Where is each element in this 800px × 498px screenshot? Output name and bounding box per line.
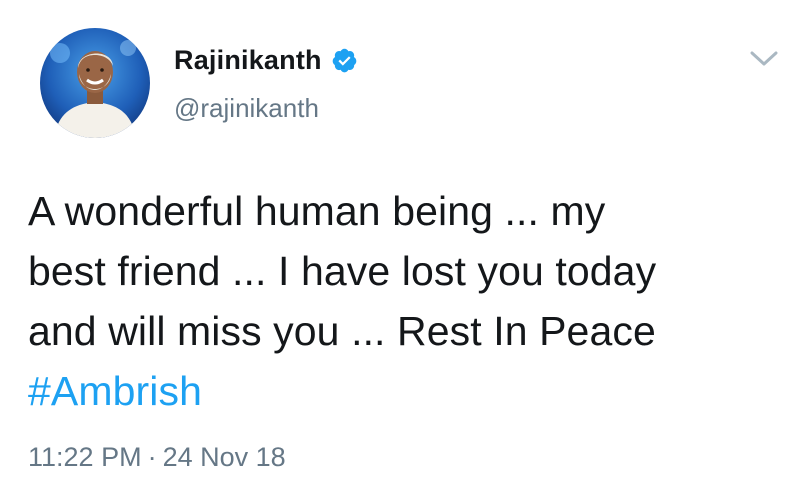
tweet-text-line: A wonderful human being ... my (28, 188, 606, 234)
chevron-down-icon[interactable] (748, 48, 780, 70)
tweet-time: 11:22 PM (28, 442, 142, 472)
display-name[interactable]: Rajinikanth (174, 45, 322, 76)
tweet-date: 24 Nov 18 (162, 442, 286, 472)
verified-badge-icon (331, 47, 358, 74)
tweet-card: Rajinikanth @rajinikanth A wonderful hum… (0, 0, 800, 498)
display-name-row: Rajinikanth (174, 45, 358, 76)
avatar-image (40, 28, 150, 138)
user-handle[interactable]: @rajinikanth (174, 93, 319, 124)
tweet-timestamp[interactable]: 11:22 PM · 24 Nov 18 (28, 442, 286, 473)
meta-separator: · (147, 442, 157, 472)
avatar[interactable] (40, 28, 150, 138)
tweet-text: A wonderful human being ... my best frie… (28, 181, 788, 421)
tweet-text-line: and will miss you ... Rest In Peace (28, 308, 656, 354)
hashtag-link[interactable]: #Ambrish (28, 361, 788, 421)
tweet-text-line: best friend ... I have lost you today (28, 248, 657, 294)
